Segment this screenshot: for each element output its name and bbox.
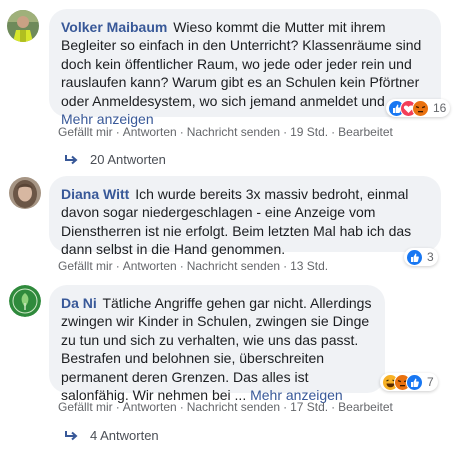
send-message-link[interactable]: Nachricht senden <box>187 259 280 273</box>
comment-bubble-2: Diana Witt Ich wurde bereits 3x massiv b… <box>49 176 441 257</box>
reply-arrow-icon <box>65 430 78 440</box>
reaction-count: 3 <box>427 250 434 264</box>
reaction-summary[interactable]: 3 <box>404 248 438 266</box>
comment-bubble-1: Volker Maibaum Wieso kommt die Mutter mi… <box>49 9 441 127</box>
like-link[interactable]: Gefällt mir <box>58 400 113 414</box>
timestamp-link[interactable]: 17 Std. <box>290 400 328 414</box>
comment-actions: Gefällt mir · Antworten · Nachricht senden · 1… <box>58 125 393 139</box>
comment-author[interactable]: Diana Witt <box>61 186 129 202</box>
view-replies-link[interactable]: 4 Antworten <box>64 428 159 443</box>
replies-count: 4 Antworten <box>90 428 159 443</box>
like-link[interactable]: Gefällt mir <box>58 125 113 139</box>
edited-link[interactable]: Bearbeitet <box>338 400 393 414</box>
send-message-link[interactable]: Nachricht senden <box>187 125 280 139</box>
edited-link[interactable]: Bearbeitet <box>338 125 393 139</box>
avatar-diana-witt[interactable] <box>9 177 41 209</box>
comment-actions: Gefällt mir · Antworten · Nachricht senden · 1… <box>58 400 393 414</box>
replies-count: 20 Antworten <box>90 152 166 167</box>
like-reaction-icon <box>406 373 423 391</box>
like-link[interactable]: Gefällt mir <box>58 259 113 273</box>
timestamp-link[interactable]: 19 Std. <box>290 125 328 139</box>
view-replies-link[interactable]: 20 Antworten <box>64 152 166 167</box>
send-message-link[interactable]: Nachricht senden <box>187 400 280 414</box>
reaction-count: 7 <box>427 375 434 389</box>
angry-reaction-icon <box>412 99 429 117</box>
avatar-da-ni[interactable] <box>9 285 41 317</box>
comment-bubble-3: Da Ni Tätliche Angriffe gehen gar nicht.… <box>49 285 385 403</box>
comment-author[interactable]: Da Ni <box>61 295 97 311</box>
reaction-summary[interactable]: 16 <box>386 99 451 117</box>
avatar-volker-maibaum[interactable] <box>7 10 39 42</box>
comment-author[interactable]: Volker Maibaum <box>61 19 167 35</box>
reply-link[interactable]: Antworten <box>123 259 177 273</box>
reply-link[interactable]: Antworten <box>123 400 177 414</box>
reaction-summary[interactable]: 7 <box>380 373 438 391</box>
comment-actions: Gefällt mir · Antworten · Nachricht senden · 1… <box>58 259 329 273</box>
reaction-count: 16 <box>433 101 447 115</box>
timestamp-link[interactable]: 13 Std. <box>290 259 328 273</box>
reply-link[interactable]: Antworten <box>123 125 177 139</box>
like-reaction-icon <box>406 248 423 266</box>
reply-arrow-icon <box>65 154 78 164</box>
